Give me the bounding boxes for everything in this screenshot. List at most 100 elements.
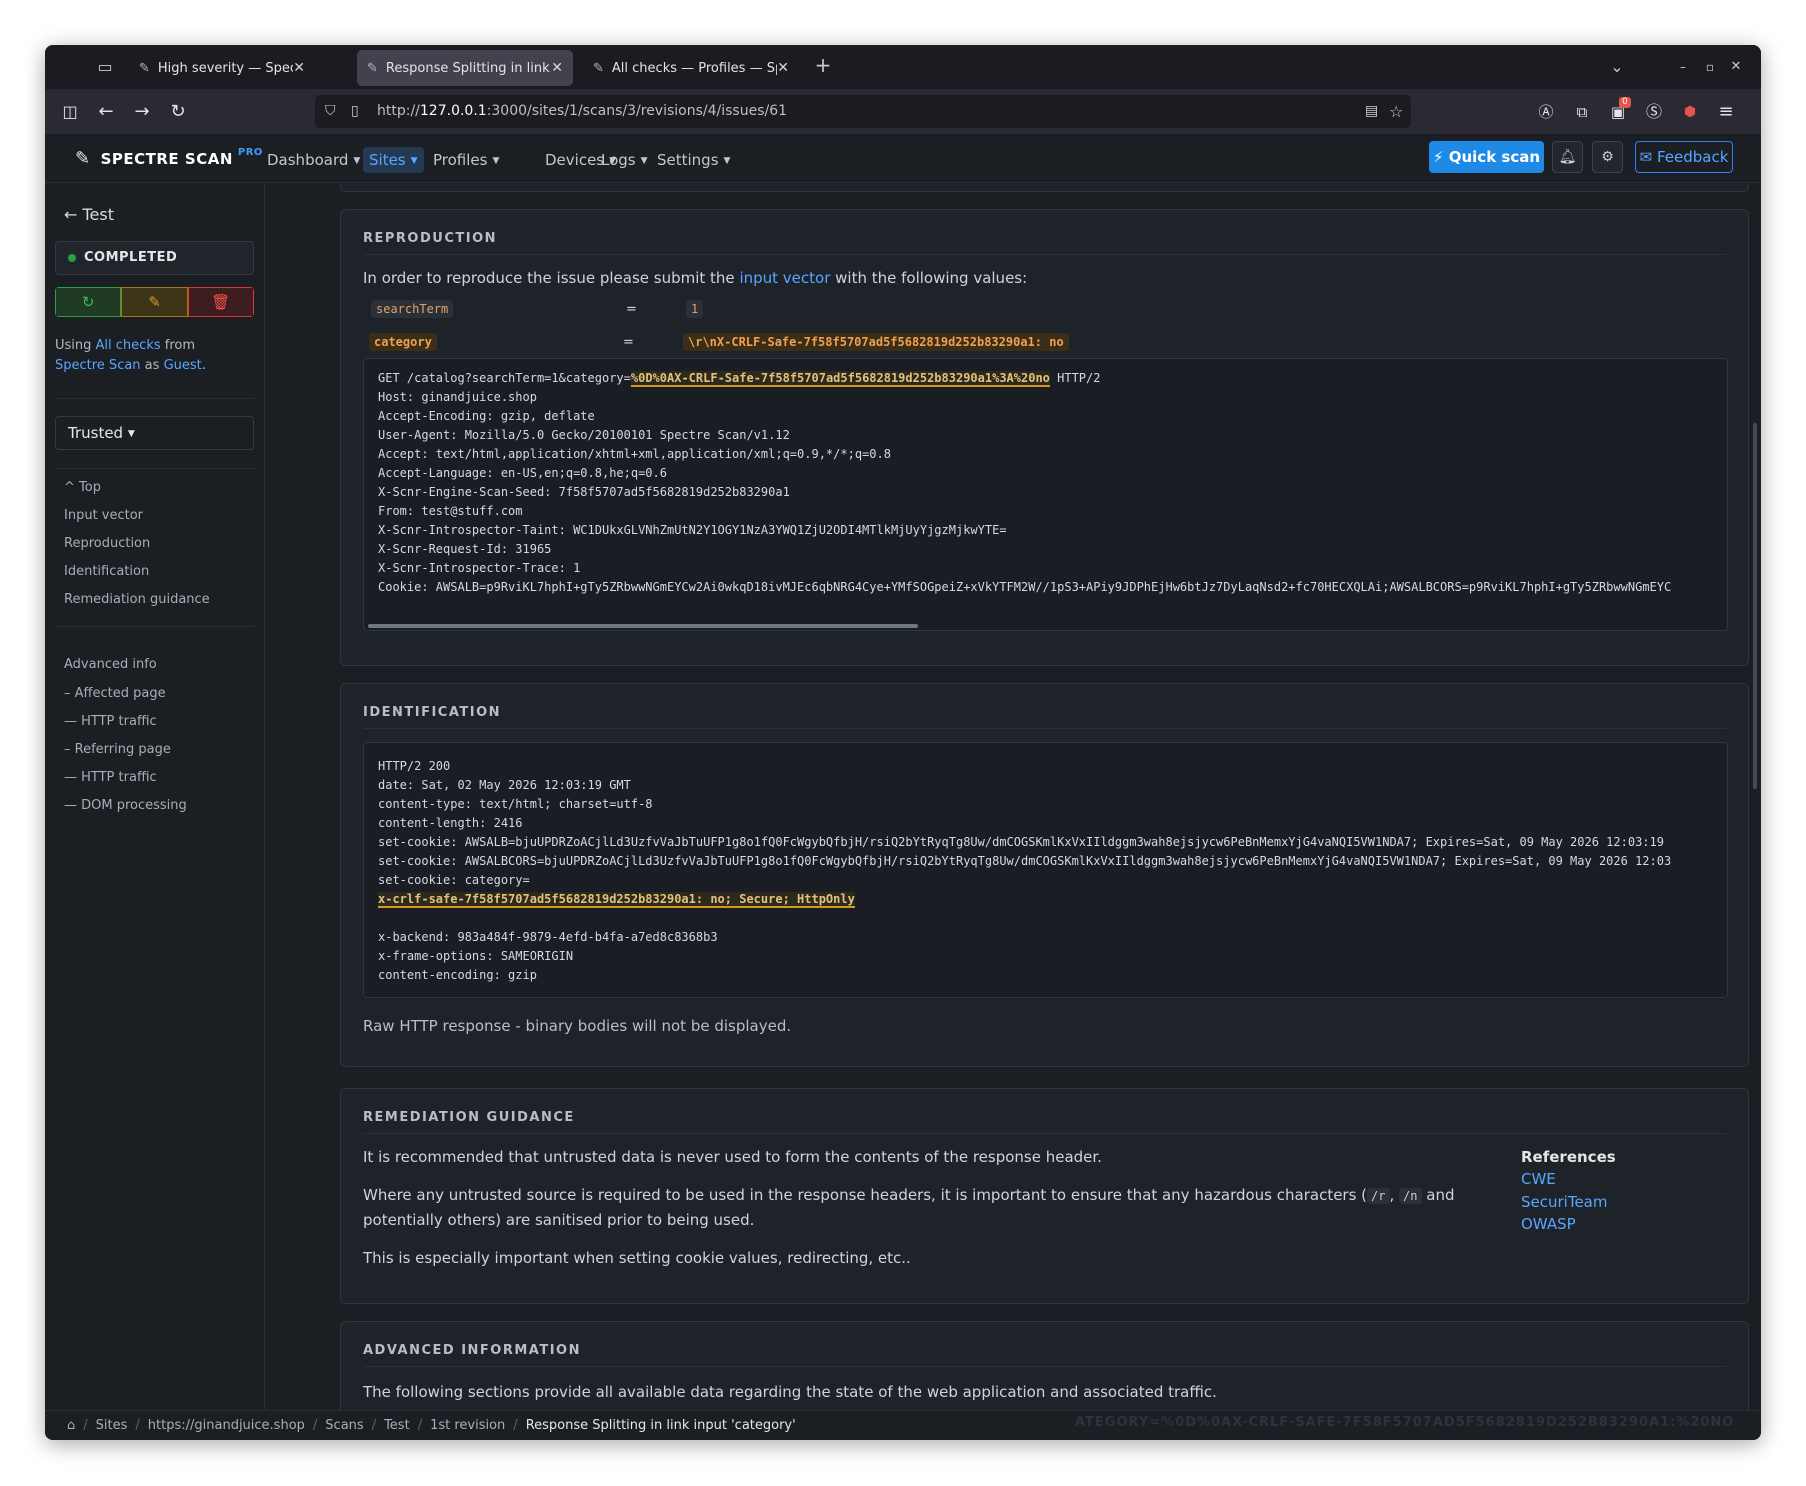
close-tab-icon[interactable]: ✕: [293, 60, 305, 76]
reference-owasp-link[interactable]: OWASP: [1521, 1212, 1576, 1236]
nav-advanced-info[interactable]: Advanced info: [64, 657, 157, 672]
forward-icon[interactable]: →: [129, 99, 155, 125]
nav-remediation-guidance[interactable]: Remediation guidance: [64, 592, 210, 607]
http-response-text: HTTP/2 200 date: Sat, 02 May 2026 12:03:…: [378, 757, 1671, 985]
shield-icon[interactable]: ⛉: [325, 95, 336, 128]
reproduction-section: REPRODUCTION In order to reproduce the i…: [340, 209, 1749, 666]
nav-reproduction[interactable]: Reproduction: [64, 536, 150, 551]
reference-securiteam-link[interactable]: SecuriTeam: [1521, 1190, 1607, 1214]
trust-dropdown[interactable]: Trusted ▼: [55, 416, 254, 450]
reference-cwe-link[interactable]: CWE: [1521, 1167, 1556, 1191]
notification-extension-icon[interactable]: ▣ 0: [1605, 97, 1631, 125]
tab-manager-icon[interactable]: ▭: [95, 57, 115, 77]
identification-section: IDENTIFICATION HTTP/2 200 date: Sat, 02 …: [340, 683, 1749, 1067]
brand[interactable]: ✎ SPECTRE SCAN PRO: [75, 147, 263, 169]
minimize-icon[interactable]: –: [1675, 57, 1691, 77]
settings-gear-icon[interactable]: ⚙: [1592, 141, 1623, 173]
tab-favicon-icon: ✎: [367, 60, 378, 76]
nav-dom-processing[interactable]: — DOM processing: [64, 798, 187, 813]
close-window-icon[interactable]: ✕: [1728, 57, 1744, 77]
list-tabs-icon[interactable]: ⌄: [1607, 57, 1627, 77]
url-host: 127.0.0.1: [419, 103, 487, 119]
device-link[interactable]: Spectre Scan: [55, 358, 141, 373]
sync-extension-icon[interactable]: Ⓢ: [1641, 99, 1667, 125]
tab-response-splitting[interactable]: ✎ Response Splitting in link input ✕: [357, 50, 573, 86]
home-icon[interactable]: ⌂: [67, 1418, 75, 1433]
page-scrollbar[interactable]: [1753, 423, 1757, 789]
crumb-scans[interactable]: Scans: [325, 1418, 363, 1433]
request-line-end: HTTP/2: [1049, 371, 1101, 385]
nav-label: Top: [79, 480, 101, 495]
section-heading: ADVANCED INFORMATION: [363, 1343, 581, 1358]
divider: [55, 468, 254, 469]
menu-label: Logs: [601, 151, 636, 169]
http-request-block[interactable]: GET /catalog?searchTerm=1&category=%0D%0…: [363, 358, 1728, 631]
reader-view-icon[interactable]: ▤: [1365, 95, 1378, 128]
extensions-icon[interactable]: ⧉: [1569, 99, 1595, 125]
http-response-block[interactable]: HTTP/2 200 date: Sat, 02 May 2026 12:03:…: [363, 742, 1728, 998]
crumb-issue: Response Splitting in link input 'catego…: [525, 1418, 796, 1433]
menu-profiles[interactable]: Profiles ▼: [427, 147, 505, 173]
nav-top[interactable]: ^ Top: [64, 480, 101, 495]
menu-sites[interactable]: Sites ▼: [363, 147, 424, 173]
feedback-button[interactable]: ✉ Feedback: [1635, 141, 1733, 173]
page-icon: ▯: [351, 103, 359, 119]
back-icon[interactable]: ←: [93, 99, 119, 125]
profile-link[interactable]: All checks: [96, 338, 161, 353]
account-icon[interactable]: Ⓐ: [1533, 99, 1559, 125]
ublock-icon[interactable]: ⬢: [1677, 99, 1703, 125]
user-link[interactable]: Guest: [164, 358, 202, 373]
code-lf: /n: [1399, 1188, 1422, 1204]
nav-input-vector[interactable]: Input vector: [64, 508, 143, 523]
crumb-site[interactable]: https://ginandjuice.shop: [148, 1418, 305, 1433]
arrow-left-icon: ←: [64, 205, 78, 224]
menu-label: Sites: [369, 151, 406, 169]
chevron-down-icon: ▼: [353, 156, 361, 166]
using-prefix: Using: [55, 338, 96, 353]
nav-affected-page[interactable]: – Affected page: [64, 686, 166, 701]
new-tab-button[interactable]: +: [813, 55, 833, 75]
menu-dashboard[interactable]: Dashboard ▼: [261, 147, 366, 173]
request-header: X-Scnr-Introspector-Trace: 1: [378, 561, 581, 575]
notifications-bell-icon[interactable]: 🔔︎: [1552, 141, 1583, 173]
divider: [363, 254, 1726, 255]
close-tab-icon[interactable]: ✕: [777, 60, 789, 76]
tab-favicon-icon: ✎: [593, 60, 604, 76]
request-header: X-Scnr-Engine-Scan-Seed: 7f58f5707ad5f56…: [378, 485, 790, 499]
app-menu-icon[interactable]: ≡: [1713, 99, 1739, 125]
nav-identification[interactable]: Identification: [64, 564, 149, 579]
reload-icon[interactable]: ↻: [165, 99, 191, 125]
back-to-scan-link[interactable]: ← Test: [64, 205, 114, 224]
scan-config-text: Using All checks from Spectre Scan as Gu…: [55, 336, 245, 376]
tab-all-checks[interactable]: ✎ All checks — Profiles — Spectre ✕: [583, 50, 799, 86]
divider: [55, 626, 254, 627]
nav-affected-http-traffic[interactable]: — HTTP traffic: [64, 714, 157, 729]
issue-sidebar: ← Test COMPLETED ↻ ✎ 🗑︎ Using All checks…: [45, 184, 265, 1410]
menu-logs[interactable]: Logs ▼: [595, 147, 654, 173]
rescan-button[interactable]: ↻: [55, 287, 122, 317]
crumb-scan[interactable]: Test: [384, 1418, 410, 1433]
maximize-icon[interactable]: ▫: [1702, 57, 1718, 77]
horizontal-scrollbar[interactable]: [368, 624, 918, 628]
address-bar[interactable]: ⛉ ▯ http://127.0.0.1:3000/sites/1/scans/…: [315, 95, 1411, 128]
input-vector-link[interactable]: input vector: [739, 269, 830, 287]
remediation-text: Where any untrusted source is required t…: [363, 1186, 1368, 1204]
close-tab-icon[interactable]: ✕: [551, 60, 563, 76]
nav-referring-page[interactable]: – Referring page: [64, 742, 171, 757]
tab-favicon-icon: ✎: [139, 60, 150, 76]
delete-button[interactable]: 🗑︎: [187, 287, 254, 317]
remediation-section: REMEDIATION GUIDANCE It is recommended t…: [340, 1088, 1749, 1304]
quick-scan-button[interactable]: ⚡ Quick scan: [1429, 141, 1544, 173]
status-dot-icon: [68, 254, 76, 262]
nav-referring-http-traffic[interactable]: — HTTP traffic: [64, 770, 157, 785]
quick-scan-label: Quick scan: [1448, 148, 1541, 166]
crumb-revision[interactable]: 1st revision: [430, 1418, 505, 1433]
feedback-label: Feedback: [1656, 148, 1729, 166]
sidebar-toggle-icon[interactable]: ◫: [57, 99, 83, 125]
edit-button[interactable]: ✎: [121, 287, 188, 317]
crumb-sites[interactable]: Sites: [96, 1418, 128, 1433]
response-line: content-length: 2416: [378, 816, 523, 830]
bookmark-star-icon[interactable]: ☆: [1389, 95, 1403, 128]
tab-high-severity[interactable]: ✎ High severity — Spectre Scan ✕: [129, 50, 315, 86]
menu-settings[interactable]: Settings ▼: [651, 147, 736, 173]
